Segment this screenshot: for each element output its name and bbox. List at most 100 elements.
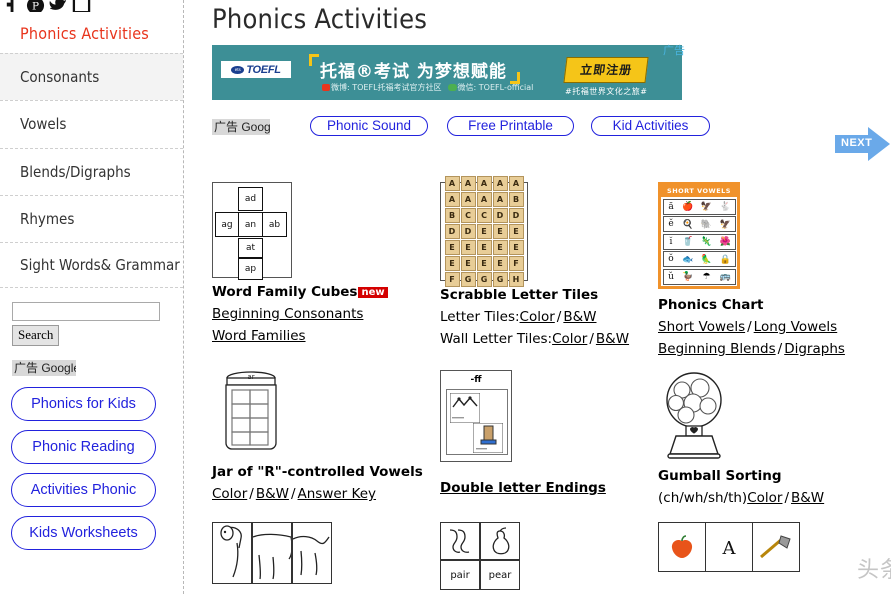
- link-letter-tiles-bw[interactable]: B&W: [563, 309, 596, 325]
- link-wall-letter-tiles-bw[interactable]: B&W: [596, 331, 629, 347]
- search-button[interactable]: Search: [12, 325, 60, 347]
- twitter-icon[interactable]: [49, 0, 68, 12]
- chart-picture-cell: 🌺: [719, 236, 731, 246]
- scrabble-tile: E: [460, 240, 476, 255]
- next-button[interactable]: NEXT: [835, 127, 890, 161]
- ad-pill-phonics-for-kids[interactable]: Phonics for Kids: [11, 387, 156, 422]
- gumball-thumb[interactable]: [658, 370, 738, 462]
- jar-thumb[interactable]: ar: [212, 370, 292, 458]
- separator: /: [589, 331, 594, 347]
- apple-strip-thumb[interactable]: A: [658, 522, 800, 572]
- pinterest-icon[interactable]: P: [26, 0, 45, 12]
- sidebar-item-sight-words-grammar[interactable]: Sight Words& Grammar: [0, 242, 183, 287]
- word-family-cube-thumb[interactable]: ad ag an ab at ap: [212, 182, 292, 280]
- link-letter-tiles-color[interactable]: Color: [520, 309, 555, 325]
- double-letter-worksheet-thumb[interactable]: -ff: [440, 370, 512, 462]
- homophone-label-pear: pear: [480, 560, 520, 590]
- dog-head-icon: [220, 525, 242, 578]
- homophone-label-text: pair: [450, 569, 470, 581]
- square-share-icon[interactable]: [72, 0, 91, 12]
- page-root: P Phonics Activities Consonants Vowels B…: [0, 0, 891, 594]
- scrabble-tile: E: [444, 240, 460, 255]
- link-gumball-bw[interactable]: B&W: [791, 490, 824, 506]
- card-title[interactable]: Double letter Endings: [440, 480, 658, 496]
- scrabble-tile: E: [492, 256, 508, 271]
- cube-face-bottom: at: [238, 238, 263, 258]
- link-beginning-blends[interactable]: Beginning Blends: [658, 341, 776, 357]
- link-word-families[interactable]: Word Families: [212, 328, 306, 344]
- row-prefix: (ch/wh/sh/th): [658, 490, 748, 506]
- cliff-picture-icon: [450, 393, 480, 423]
- card-link-row: (ch/wh/sh/th)Color / B&W: [658, 490, 886, 506]
- sidebar-item-consonants[interactable]: Consonants: [0, 53, 183, 101]
- link-short-vowels[interactable]: Short Vowels: [658, 319, 745, 335]
- homophone-thumb[interactable]: pair pear: [440, 522, 658, 590]
- chart-picture-cell: 🐟: [682, 253, 694, 264]
- toefl-wordmark: TOEFL: [246, 63, 281, 76]
- scrabble-tile: A: [444, 176, 460, 191]
- sidebar-item-blends-digraphs[interactable]: Blends/Digraphs: [0, 147, 183, 195]
- chart-picture-cells: 🐟 🦜 🔒: [679, 252, 735, 266]
- jar-icon: ar: [225, 371, 277, 450]
- chart-vowel-row: ĕ 🍳 🐘 🦅: [662, 216, 736, 232]
- tag-pill-phonic-sound[interactable]: Phonic Sound: [310, 116, 428, 136]
- link-wall-letter-tiles-color[interactable]: Color: [552, 331, 587, 347]
- link-jar-bw[interactable]: B&W: [256, 486, 289, 502]
- banner-cta-button[interactable]: 立即注册: [563, 57, 650, 83]
- card-link-row: Beginning Consonants: [212, 306, 440, 322]
- card-homophones: pair pear: [440, 522, 658, 590]
- ad-pill-kids-worksheets[interactable]: Kids Worksheets: [11, 516, 156, 551]
- link-gumball-color[interactable]: Color: [747, 490, 782, 506]
- search-input[interactable]: [12, 302, 160, 322]
- sidebar-item-vowels[interactable]: Vowels: [0, 100, 183, 147]
- tag-pill-kid-activities[interactable]: Kid Activities: [591, 116, 710, 136]
- chart-vowel-row: ŭ 🦆 ☂ 🚌: [662, 268, 736, 285]
- tag-pill-free-printable[interactable]: Free Printable: [447, 116, 574, 136]
- ad-pill-activities-phonic[interactable]: Activities Phonic: [11, 473, 156, 508]
- scrabble-tile: E: [476, 256, 492, 271]
- banner-ad-body[interactable]: ets TOEFL 托福®考试 为梦想赋能 微博: TOEFL托福考试官方社区微…: [212, 45, 682, 100]
- chart-picture-cell: 🦜: [700, 253, 713, 264]
- banner-subline: 微博: TOEFL托福考试官方社区 微信: TOEFL-official: [322, 82, 533, 93]
- sidebar-item-label: Vowels: [20, 115, 67, 134]
- card-title: Gumball Sorting: [658, 468, 782, 484]
- svg-text:P: P: [32, 0, 39, 12]
- gumball-machine-icon: [666, 372, 722, 459]
- banner-headline: 托福®考试 为梦想赋能: [320, 62, 507, 82]
- link-jar-color[interactable]: Color: [212, 486, 247, 502]
- scrabble-tile: E: [508, 240, 524, 255]
- cube-face-right: ab: [262, 212, 287, 237]
- banner-cta-group[interactable]: 立即注册 #托福世界文化之旅#: [563, 57, 650, 97]
- main-content: Phonics Activities ets TOEFL 托福®考试 为梦想赋能…: [185, 0, 891, 594]
- banner-ad[interactable]: ets TOEFL 托福®考试 为梦想赋能 微博: TOEFL托福考试官方社区微…: [212, 44, 685, 100]
- homophone-label-pair: pair: [440, 560, 480, 590]
- cuff-picture-icon: [473, 423, 503, 453]
- facebook-icon[interactable]: [3, 0, 22, 12]
- short-vowels-chart-thumb[interactable]: SHORT VOWELS ă 🍎 🦅 🐇 ĕ 🍳 🐘 🦅 ĭ 🥤 🦎 🌺 ŏ 🐟 🦜 🔒 ŭ 🦆 ☂ 🚌: [658, 182, 740, 289]
- scrabble-tiles-thumb[interactable]: AAAAAAAAABBCCDDDDEEEEEEEEEEEEFFGGGH: [440, 176, 528, 287]
- activity-row-3: pair pear A: [212, 522, 891, 590]
- sidebar-item-label: Sight Words& Grammar: [20, 256, 180, 274]
- apple-cell: [659, 523, 705, 571]
- link-long-vowels[interactable]: Long Vowels: [754, 319, 838, 335]
- ad-pill-phonic-reading[interactable]: Phonic Reading: [11, 430, 156, 465]
- chart-picture-cells: 🦆 ☂ 🚌: [679, 270, 735, 284]
- link-digraphs[interactable]: Digraphs: [784, 341, 845, 357]
- sidebar: P Phonics Activities Consonants Vowels B…: [0, 0, 184, 594]
- banner-wechat-text: 微信: TOEFL-official: [457, 83, 534, 92]
- chart-picture-cells: 🥤 🦎 🌺: [679, 235, 735, 249]
- homophone-label-row: pair pear: [440, 560, 658, 590]
- chart-vowel-row: ĭ 🥤 🦎 🌺: [662, 233, 736, 250]
- worksheet-label: -ff: [470, 375, 482, 385]
- link-beginning-consonants[interactable]: Beginning Consonants: [212, 306, 363, 322]
- scrabble-tile: E: [460, 256, 476, 271]
- dog-puzzle-piece-3: [292, 522, 332, 584]
- chart-vowel-letter: ĕ: [668, 219, 674, 229]
- dog-puzzle-thumb[interactable]: [212, 522, 440, 584]
- ets-mark: ets: [231, 65, 245, 74]
- homophone-label-text: pear: [488, 569, 512, 581]
- sidebar-item-rhymes[interactable]: Rhymes: [0, 194, 183, 242]
- card-link-row: Word Families: [212, 328, 440, 344]
- scrabble-tile: A: [460, 176, 476, 191]
- link-jar-answer-key[interactable]: Answer Key: [298, 486, 377, 502]
